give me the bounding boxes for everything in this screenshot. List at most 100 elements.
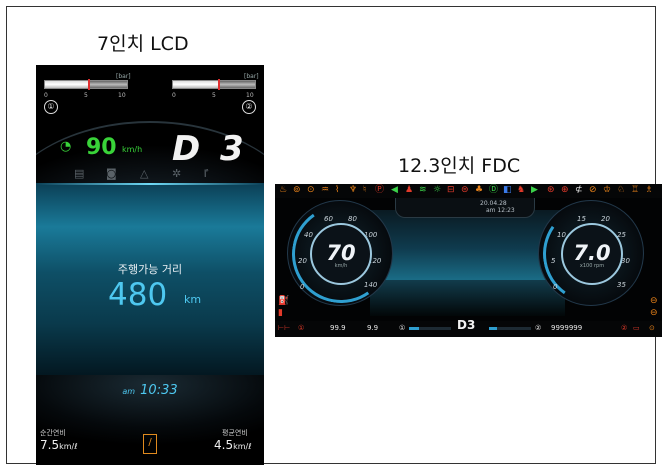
tachometer-dial: 5 10 15 20 25 30 35 0 7.0 x100 rpm bbox=[535, 197, 649, 311]
seatbelt-icon: ◙ bbox=[106, 167, 117, 180]
average-fuel-value: 4.5 bbox=[214, 438, 234, 452]
meter-bar-1 bbox=[409, 327, 451, 330]
fuel-pump-icon: ▮ bbox=[278, 308, 283, 318]
abs-icon: ⊛ bbox=[547, 185, 555, 195]
warning-icons-row: ▤ ◙ △ ✲ ٵ bbox=[74, 167, 234, 181]
steering-warning-icon: ⊚ bbox=[293, 185, 301, 195]
position-lamp-icon: ☼ bbox=[433, 185, 442, 195]
meter-badge-2: ② bbox=[535, 324, 542, 332]
speedometer-icon: ◔ bbox=[60, 139, 72, 154]
instant-fuel-value: 7.5 bbox=[40, 438, 60, 452]
gauge-unit: [bar] bbox=[116, 73, 131, 80]
meter-bar-2 bbox=[489, 327, 531, 330]
seatbelt-warning-icon: ♟ bbox=[405, 185, 414, 195]
gauge-fill bbox=[173, 81, 219, 88]
instant-fuel-label: 순간연비 bbox=[40, 429, 66, 437]
gauge-number-badge: ② bbox=[242, 100, 256, 114]
person-warning-icon: ♞ bbox=[517, 185, 526, 195]
clock-time: 10:33 bbox=[140, 383, 178, 398]
hill-assist-icon: ♗ bbox=[645, 185, 654, 195]
average-fuel-readout: 4.5km/ℓ bbox=[214, 438, 252, 452]
brake-warning-icon: Ⓟ bbox=[375, 185, 385, 195]
lcd-glow-line bbox=[36, 183, 264, 185]
fdc-cluster: ♨ ⊚ ⊙ ♒ ⌇ ♆ ♮ Ⓟ ◀ ♟ ≋ ☼ ⊟ ⊜ ♣ Ⓓ ◧ ♞ ▶ ⊛ … bbox=[275, 184, 662, 337]
dial-tick: 40 bbox=[304, 231, 313, 239]
high-beam-icon: ◧ bbox=[503, 185, 512, 195]
range-unit: km bbox=[184, 293, 202, 306]
dial-tick: 60 bbox=[324, 215, 333, 223]
lcd-cluster: [bar] 0 5 10 ① [bar] 0 5 10 ② ◔ 90 km/h … bbox=[36, 65, 264, 465]
gauge-number-badge: ① bbox=[44, 100, 58, 114]
telltale-row-top: ♨ ⊚ ⊙ ♒ ⌇ ♆ ♮ Ⓟ ◀ ♟ ≋ ☼ ⊟ ⊜ ♣ Ⓓ ◧ ♞ ▶ ⊛ … bbox=[275, 184, 662, 198]
lamp-fault-icon: ⊘ bbox=[589, 185, 597, 195]
door-open-icon: ⊟ bbox=[447, 185, 455, 195]
dial-tick: 35 bbox=[617, 281, 626, 289]
speed-value: 90 bbox=[86, 135, 117, 160]
gauge-tick: 5 bbox=[212, 92, 216, 99]
fdc-caption: 12.3인치 FDC bbox=[398, 155, 521, 177]
dial-tick: 15 bbox=[577, 215, 586, 223]
fdc-gear-indicator: D3 bbox=[457, 318, 476, 332]
meter-badge-1: ① bbox=[399, 324, 406, 332]
range-label: 주행가능 거리 bbox=[117, 263, 183, 276]
gauge-unit: [bar] bbox=[244, 73, 259, 80]
range-value: 480 bbox=[108, 277, 168, 313]
parking-icon: ⊙ bbox=[649, 324, 655, 332]
engine-warning-icon: ♨ bbox=[279, 185, 288, 195]
average-fuel-unit: km/ℓ bbox=[233, 442, 252, 451]
speedometer-dial: 20 40 60 80 100 120 140 0 70 km/h bbox=[284, 197, 398, 311]
rear-fog-icon: ⊄ bbox=[575, 185, 583, 195]
gauge-tick: 0 bbox=[44, 92, 48, 99]
airbag-icon: ⊜ bbox=[461, 185, 469, 195]
odometer-value: 9999999 bbox=[551, 324, 583, 332]
gauge-tick: 5 bbox=[84, 92, 88, 99]
clock-ampm: am bbox=[122, 387, 136, 396]
trip-b-value: 9.9 bbox=[367, 324, 379, 332]
dial-tick: 0 bbox=[300, 283, 305, 291]
speed-dial-unit: km/h bbox=[334, 263, 348, 269]
telltale-row-bottom: ⊢⊢ ① 99.9 9.9 ① D3 ② 9999999 ② ▭ ⊙ bbox=[275, 318, 662, 337]
date-time-box: 20.04.28 am 12:23 bbox=[395, 198, 535, 218]
tire-pressure-icon: ⊙ bbox=[307, 185, 315, 195]
fuel-filter-icon: ▤ bbox=[74, 167, 85, 180]
average-fuel-label: 평균연비 bbox=[222, 429, 248, 437]
lane-departure-icon: / bbox=[143, 434, 157, 454]
fdc-center-band bbox=[370, 280, 565, 316]
gauge-fill bbox=[45, 81, 88, 88]
gauge-tick: 10 bbox=[246, 92, 254, 99]
wrench-icon: ٵ bbox=[202, 167, 209, 180]
battery-icon: ⊖ bbox=[650, 296, 658, 306]
time-text: am 12:23 bbox=[486, 207, 515, 214]
oil-icon: ⊖ bbox=[650, 308, 658, 318]
coolant-icon: ♒ bbox=[321, 185, 330, 195]
fuel-low-icon: ⛽ bbox=[278, 296, 290, 306]
dial-tick: 20 bbox=[601, 215, 610, 223]
dial-tick: 80 bbox=[348, 215, 357, 223]
dial-tick: 0 bbox=[553, 283, 558, 291]
traction-icon: ♆ bbox=[349, 185, 358, 195]
gauge-tick: 0 bbox=[172, 92, 176, 99]
gear-warning-icon: ✲ bbox=[172, 167, 182, 180]
lcd-caption: 7인치 LCD bbox=[97, 33, 189, 55]
slip-icon: ♘ bbox=[617, 185, 626, 195]
speed-dial-value: 70 bbox=[326, 241, 356, 265]
rpm-dial-unit: x100 rpm bbox=[579, 263, 605, 269]
clock: am 10:33 bbox=[36, 379, 264, 398]
rpm-dial-value: 7.0 bbox=[573, 241, 611, 265]
slip-off-icon: ♖ bbox=[631, 185, 640, 195]
battery-warning-icon: ▭ bbox=[633, 324, 640, 332]
exhaust-icon: ♮ bbox=[363, 185, 367, 195]
gauge-bar bbox=[44, 79, 128, 90]
gauge-tick: 10 bbox=[118, 92, 126, 99]
page-frame: 7인치 LCD 12.3인치 FDC [bar] 0 5 10 ① [bar] bbox=[6, 6, 662, 465]
service-badge: ② bbox=[621, 324, 628, 332]
front-fog-icon: ≋ bbox=[419, 185, 427, 195]
warning-triangle-icon: △ bbox=[140, 167, 149, 180]
differential-lock-icon: ⊢⊢ bbox=[278, 324, 291, 332]
dial-tick: 140 bbox=[364, 281, 378, 289]
turn-left-icon: ◀ bbox=[391, 185, 398, 195]
instant-fuel-readout: 7.5km/ℓ bbox=[40, 438, 78, 452]
gauge-bar bbox=[172, 79, 256, 90]
lane-warning-icon: ♔ bbox=[603, 185, 612, 195]
gauge-marker bbox=[218, 79, 221, 90]
